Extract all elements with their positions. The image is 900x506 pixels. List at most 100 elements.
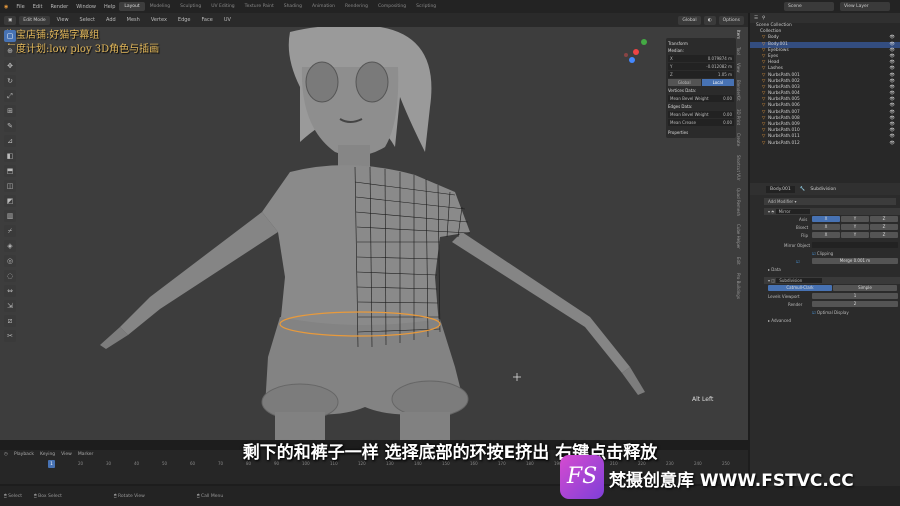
mirror-modifier-header[interactable]: ▾ ⬘ Mirror	[764, 208, 900, 215]
axis-x-toggle[interactable]: X	[812, 216, 840, 222]
menu-window[interactable]: Window	[72, 4, 100, 10]
add-modifier-button[interactable]: Add Modifier ▾	[764, 198, 896, 205]
flip-x-toggle[interactable]: X	[812, 232, 840, 238]
render-levels-field[interactable]: 2	[812, 301, 898, 307]
mirror-object-field[interactable]	[812, 242, 898, 248]
optimal-display-row[interactable]: ☑ Optimal Display	[812, 309, 900, 316]
transform-icon[interactable]: ⊞	[4, 105, 16, 117]
tab-cube-helper[interactable]: Cube Helper	[736, 224, 741, 249]
axis-y-toggle[interactable]: Y	[841, 216, 869, 222]
poly-build-icon[interactable]: ◈	[4, 240, 16, 252]
median-x-field[interactable]: X 0.079874 m	[668, 55, 734, 62]
rip-icon[interactable]: ✂	[4, 330, 16, 342]
subdivision-modifier-header[interactable]: ▾ ◫ Subdivision	[764, 277, 900, 284]
tab-blenderkit[interactable]: BlenderKit	[736, 80, 741, 101]
workspace-tab-texture-paint[interactable]: Texture Paint	[240, 2, 279, 11]
menu-render[interactable]: Render	[46, 4, 72, 10]
advanced-subpanel[interactable]: ▸ Advanced	[768, 317, 900, 324]
spin-icon[interactable]: ◎	[4, 255, 16, 267]
menu-edge[interactable]: Edge	[174, 17, 195, 23]
menu-add[interactable]: Add	[102, 17, 120, 23]
current-frame-indicator[interactable]: 1	[48, 460, 55, 468]
merge-field[interactable]: Merge 0.001 m	[812, 258, 898, 264]
workspace-tab-modeling[interactable]: Modeling	[145, 2, 175, 11]
mean-bevel-weight-vertex-field[interactable]: Mean Bevel Weight 0.00	[668, 95, 734, 102]
menu-face[interactable]: Face	[198, 17, 217, 23]
workspace-tab-scripting[interactable]: Scripting	[411, 2, 441, 11]
outliner-editor-icon[interactable]: ☰	[754, 16, 758, 21]
menu-playback[interactable]: Playback	[14, 452, 34, 461]
object-name-field[interactable]: Body.001	[766, 185, 795, 193]
menu-timeline-view[interactable]: View	[61, 452, 72, 461]
knife-icon[interactable]: ⌿	[4, 225, 16, 237]
mirror-data-subpanel[interactable]: ▸ Data	[768, 266, 900, 273]
scale-icon[interactable]: ⤢	[4, 90, 16, 102]
median-y-field[interactable]: Y -0.012082 m	[668, 63, 734, 70]
move-icon[interactable]: ✥	[4, 60, 16, 72]
bisect-x-toggle[interactable]: X	[812, 224, 840, 230]
mode-selector[interactable]: Edit Mode	[19, 15, 50, 25]
tab-shortcut[interactable]: Shortcut VUr	[736, 155, 741, 181]
simple-toggle[interactable]: Simple	[833, 285, 897, 291]
clipping-row[interactable]: ☑ Clipping	[812, 250, 900, 257]
cursor-icon[interactable]: ⊕	[4, 45, 16, 57]
measure-icon[interactable]: ⊿	[4, 135, 16, 147]
menu-help[interactable]: Help	[100, 4, 119, 10]
workspace-tab-animation[interactable]: Animation	[307, 2, 340, 11]
outliner-filter-icon[interactable]: ⚲	[762, 16, 765, 21]
edge-slide-icon[interactable]: ⇔	[4, 285, 16, 297]
editor-type-button[interactable]: ▣	[4, 15, 17, 25]
shading-solid-icon[interactable]: ◐	[703, 15, 716, 25]
properties-header[interactable]: Properties	[668, 129, 734, 136]
local-toggle[interactable]: Local	[701, 79, 734, 86]
workspace-tab-compositing[interactable]: Compositing	[373, 2, 411, 11]
workspace-tab-uv-editing[interactable]: UV Editing	[206, 2, 239, 11]
timeline-editor-icon[interactable]: ◷	[4, 452, 8, 461]
axis-z-toggle[interactable]: Z	[870, 216, 898, 222]
menu-file[interactable]: File	[12, 4, 28, 10]
tab-tool[interactable]: Tool	[736, 47, 741, 55]
median-z-field[interactable]: Z 1.05 m	[668, 71, 734, 78]
inset-icon[interactable]: ◫	[4, 180, 16, 192]
menu-uv[interactable]: UV	[220, 17, 235, 23]
menu-select[interactable]: Select	[76, 17, 99, 23]
menu-edit[interactable]: Edit	[29, 4, 47, 10]
tab-quad-remesh[interactable]: Quad Remesh	[736, 188, 741, 216]
flip-y-toggle[interactable]: Y	[841, 232, 869, 238]
workspace-tab-shading[interactable]: Shading	[279, 2, 307, 11]
bevel-icon[interactable]: ◩	[4, 195, 16, 207]
tab-create[interactable]: Create	[736, 133, 741, 146]
orientation-selector[interactable]: Global	[678, 15, 701, 25]
menu-vertex[interactable]: Vertex	[147, 17, 171, 23]
rotate-icon[interactable]: ↻	[4, 75, 16, 87]
catmull-clark-toggle[interactable]: Catmull-Clark	[768, 285, 832, 291]
workspace-tab-sculpting[interactable]: Sculpting	[175, 2, 206, 11]
optimal-display-checkbox[interactable]: ☑	[812, 310, 816, 315]
tab-item[interactable]: Item	[736, 30, 741, 39]
bisect-y-toggle[interactable]: Y	[841, 224, 869, 230]
extrude-icon[interactable]: ⬒	[4, 165, 16, 177]
view-layer-selector[interactable]: View Layer	[840, 2, 890, 11]
add-cube-icon[interactable]: ◧	[4, 150, 16, 162]
visibility-eye-icon[interactable]: 👁	[890, 141, 895, 147]
menu-mesh[interactable]: Mesh	[123, 17, 144, 23]
global-toggle[interactable]: Global	[668, 79, 701, 86]
tab-3d-print[interactable]: 3D Print	[736, 109, 741, 125]
shear-icon[interactable]: ⧄	[4, 315, 16, 327]
bisect-z-toggle[interactable]: Z	[870, 224, 898, 230]
menu-view[interactable]: View	[53, 17, 73, 23]
mean-crease-field[interactable]: Mean Crease 0.00	[668, 119, 734, 126]
workspace-tab-rendering[interactable]: Rendering	[340, 2, 373, 11]
levels-viewport-field[interactable]: 1	[812, 293, 898, 299]
outliner-item[interactable]: ▽ NurbsPath.012 👁	[750, 141, 900, 147]
3d-viewport[interactable]	[0, 27, 748, 440]
transform-header[interactable]: Transform	[668, 40, 734, 47]
scene-selector[interactable]: Scene	[784, 2, 834, 11]
menu-marker[interactable]: Marker	[78, 452, 94, 461]
loop-cut-icon[interactable]: ▥	[4, 210, 16, 222]
flip-z-toggle[interactable]: Z	[870, 232, 898, 238]
shrink-icon[interactable]: ⇲	[4, 300, 16, 312]
mean-bevel-weight-edge-field[interactable]: Mean Bevel Weight 0.00	[668, 111, 734, 118]
options-dropdown[interactable]: Options	[718, 15, 744, 25]
clipping-checkbox[interactable]: ☑	[812, 251, 816, 256]
